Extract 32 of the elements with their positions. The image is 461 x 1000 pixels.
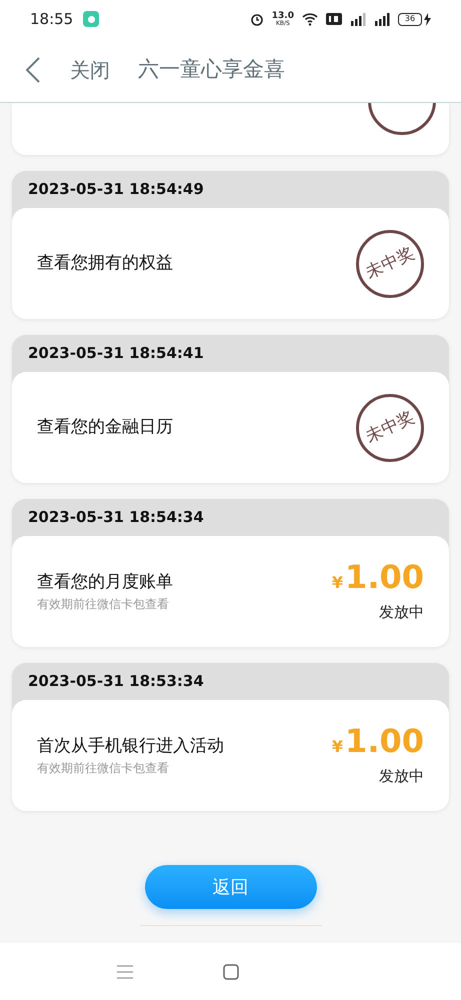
close-button[interactable]: 关闭 [70, 55, 110, 85]
stamp-badge: 未中奖 [356, 394, 424, 462]
record-note: 有效期前往微信卡包查看 [37, 596, 170, 614]
record-time: 2023-05-31 18:54:49 [28, 179, 204, 200]
reward-amount: 1.00 [345, 559, 424, 596]
record-note: 有效期前往微信卡包查看 [37, 760, 170, 778]
chat-app-icon [83, 11, 100, 27]
record-title: 查看您拥有的权益 [37, 252, 173, 275]
signal-icon [374, 12, 390, 26]
record-title: 查看您的月度账单 [37, 570, 173, 594]
reward-status: 发放中 [379, 766, 424, 788]
home-icon[interactable] [222, 964, 238, 980]
record-title: 首次从手机银行进入活动 [37, 734, 224, 758]
currency-sign: ¥ [332, 736, 344, 758]
back-button[interactable]: 返回 [144, 865, 316, 909]
clock-time: 18:55 [30, 8, 74, 30]
charging-icon [424, 12, 431, 26]
record-time: 2023-05-31 18:54:34 [28, 507, 204, 528]
record-title: 查看您的金融日历 [37, 416, 173, 439]
stamp-badge: 未中奖 [356, 230, 424, 298]
menu-icon[interactable] [116, 964, 132, 980]
network-speed: 13.0 [272, 12, 294, 20]
battery-indicator: 36 [398, 12, 422, 26]
wifi-icon [302, 12, 318, 26]
reward-status: 发放中 [379, 602, 424, 624]
alarm-icon [250, 12, 264, 26]
currency-sign: ¥ [332, 572, 344, 594]
record-time: 2023-05-31 18:54:41 [28, 343, 204, 364]
signal-icon [350, 12, 366, 26]
record-time: 2023-05-31 18:53:34 [28, 671, 204, 692]
page-title: 六一童心享金喜 [138, 56, 285, 84]
reward-amount: 1.00 [345, 723, 424, 760]
